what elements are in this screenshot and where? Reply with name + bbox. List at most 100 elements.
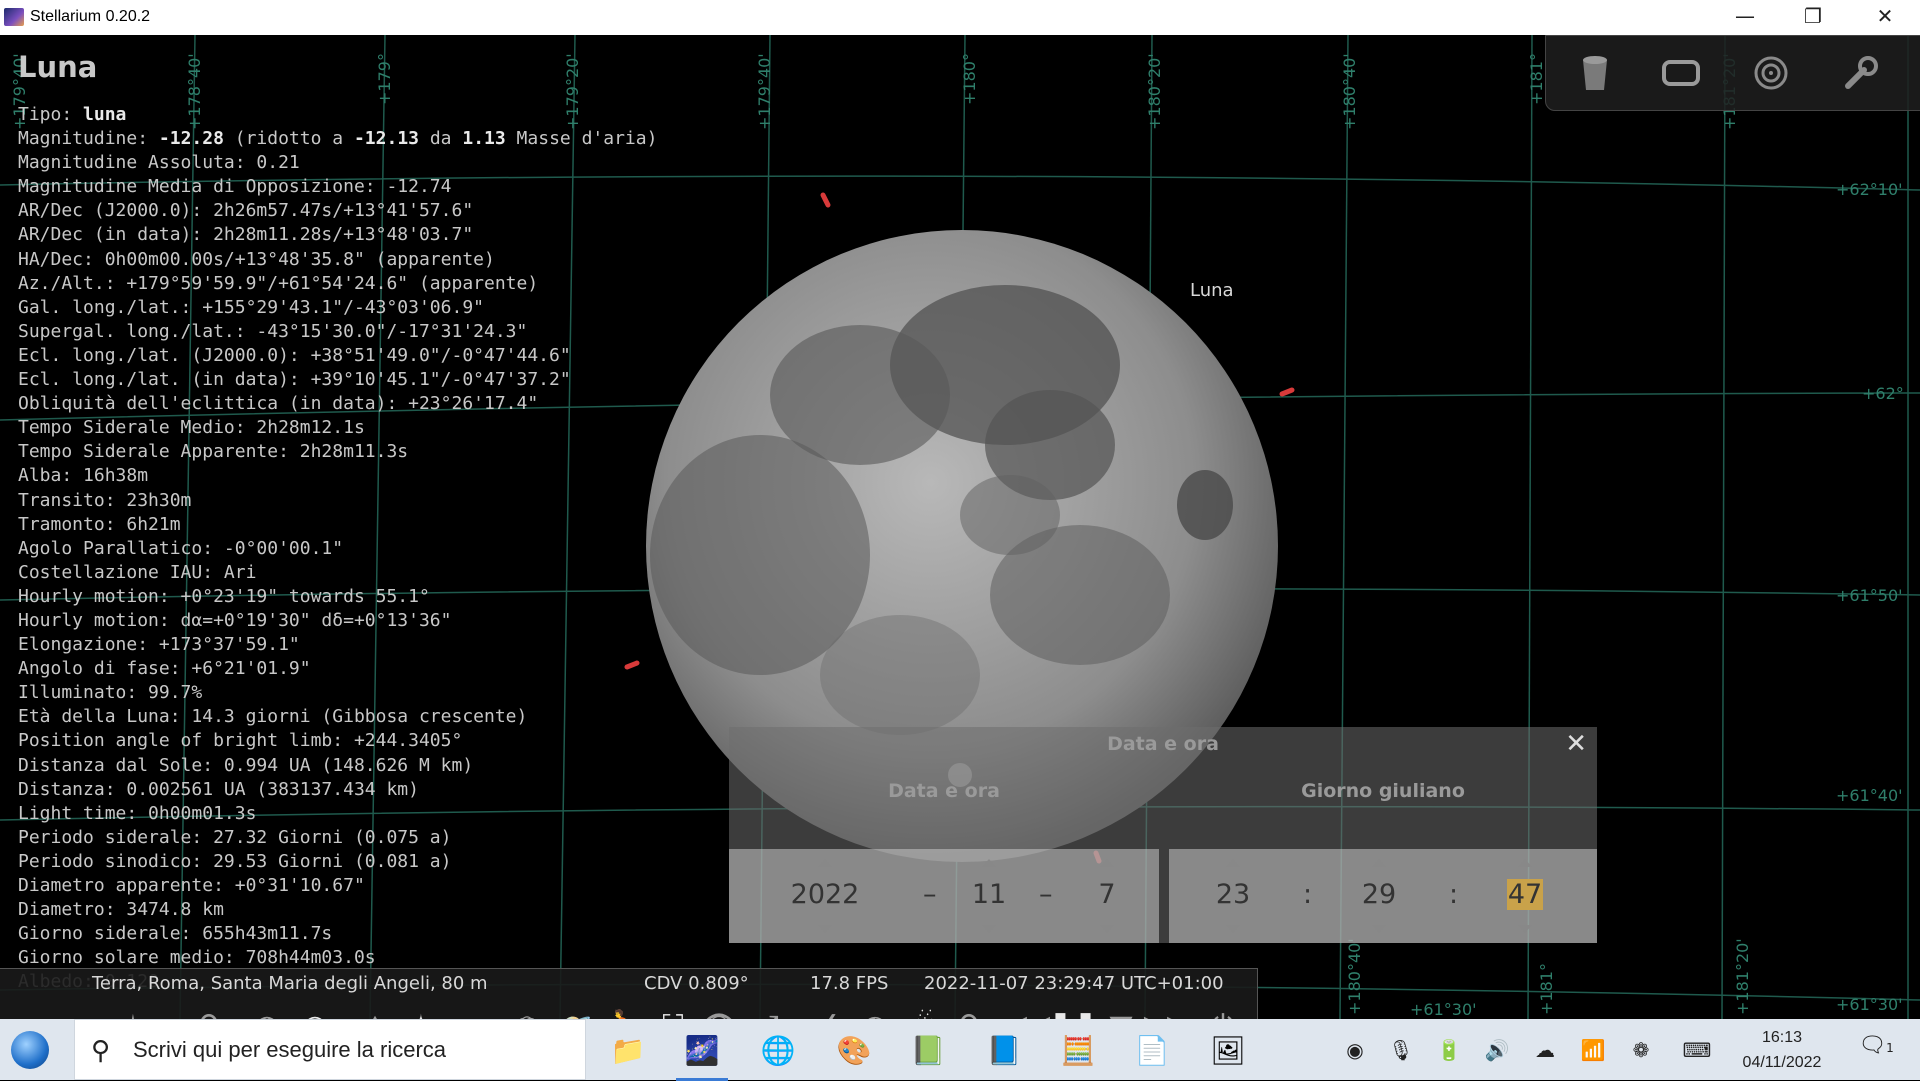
notification-icon[interactable]: 🗨1 bbox=[1856, 1033, 1896, 1067]
hour-spinbox[interactable]: 23 bbox=[1193, 849, 1273, 943]
year-up-arrow-icon[interactable] bbox=[818, 859, 832, 867]
cardinal-points-icon[interactable]: ✦ bbox=[398, 1003, 444, 1020]
year-value[interactable]: 2022 bbox=[785, 879, 865, 910]
month-value[interactable]: 11 bbox=[949, 879, 1029, 910]
search-icon[interactable]: ⚲ bbox=[946, 1003, 992, 1020]
app-tray-icon[interactable]: ◉ bbox=[1340, 1035, 1370, 1065]
info-line: Hourly motion: dα=+0°19'30" dδ=+0°13'36" bbox=[18, 609, 452, 631]
minute-value[interactable]: 29 bbox=[1339, 879, 1419, 910]
grid-label: +61°50' bbox=[1836, 586, 1903, 605]
edge-icon[interactable]: 🌐 bbox=[748, 1025, 808, 1075]
night-mode-icon[interactable]: 👁 bbox=[696, 1003, 742, 1020]
info-line: Distanza dal Sole: 0.994 UA (148.626 M k… bbox=[18, 754, 474, 776]
fullscreen-icon[interactable]: ⤢ bbox=[744, 1003, 790, 1020]
angle-measure-icon[interactable]: ∠ bbox=[806, 1003, 852, 1020]
stellarium-app-icon bbox=[4, 8, 24, 26]
wrench-icon[interactable] bbox=[1836, 48, 1886, 98]
excel-icon[interactable]: 📗 bbox=[898, 1025, 958, 1075]
minute-up-arrow-icon[interactable] bbox=[1372, 859, 1386, 867]
year-spinbox[interactable]: 2022 bbox=[785, 849, 865, 943]
grid-label: +181° bbox=[1527, 53, 1546, 105]
dialog-title: Data e ora bbox=[1107, 733, 1219, 755]
stellarium-taskbar-icon[interactable]: 🌌 bbox=[672, 1025, 732, 1081]
info-line: Tempo Siderale Apparente: 2h28m11.3s bbox=[18, 441, 409, 463]
planets-icon[interactable]: 🪐 bbox=[550, 1003, 596, 1020]
azimuthal-grid-icon[interactable]: ◎ bbox=[292, 1003, 338, 1020]
day-value[interactable]: 7 bbox=[1067, 879, 1147, 910]
pause-icon[interactable]: ❚❚ bbox=[1048, 1003, 1098, 1020]
meteor-showers-icon[interactable]: ☄ bbox=[898, 1003, 944, 1020]
battery-icon[interactable]: 🔋 bbox=[1434, 1035, 1464, 1065]
dialog-close-icon[interactable]: ✕ bbox=[1565, 729, 1587, 759]
date-separator: – bbox=[923, 879, 937, 910]
second-down-arrow-icon[interactable] bbox=[1518, 925, 1532, 933]
equatorial-mount-icon[interactable]: ⛹ bbox=[600, 1003, 646, 1020]
hour-up-arrow-icon[interactable] bbox=[1226, 859, 1240, 867]
info-line: Illuminato: 99.7% bbox=[18, 682, 203, 704]
tab-julian-day[interactable]: Giorno giuliano bbox=[1169, 771, 1597, 811]
tab-date-time[interactable]: Data e ora bbox=[729, 771, 1159, 811]
hour-down-arrow-icon[interactable] bbox=[1226, 925, 1240, 933]
day-down-arrow-icon[interactable] bbox=[1100, 925, 1114, 933]
quit-icon[interactable]: ⏻ bbox=[1200, 1003, 1246, 1020]
calculator-icon[interactable]: 🧮 bbox=[1048, 1025, 1108, 1075]
taskbar-search[interactable]: ⚲ Scrivi qui per eseguire la ricerca bbox=[74, 1019, 586, 1080]
nebulae-icon[interactable]: ֍ bbox=[504, 1003, 550, 1020]
taskbar-clock[interactable]: 16:13 04/11/2022 bbox=[1722, 1025, 1842, 1075]
constellation-lines-icon[interactable]: ✶ bbox=[110, 1003, 156, 1020]
minute-down-arrow-icon[interactable] bbox=[1372, 925, 1386, 933]
day-up-arrow-icon[interactable] bbox=[1100, 859, 1114, 867]
second-value[interactable]: 47 bbox=[1507, 879, 1543, 910]
set-normal-time-icon[interactable]: ▼ bbox=[1098, 1003, 1144, 1020]
screen-icon[interactable] bbox=[1656, 48, 1706, 98]
info-line: Magnitudine Media di Opposizione: -12.74 bbox=[18, 176, 452, 198]
paint-icon[interactable]: 🎨 bbox=[824, 1025, 884, 1075]
word-icon[interactable]: 📄 bbox=[1122, 1025, 1182, 1075]
fov-status: CDV 0.809° bbox=[644, 973, 749, 994]
keyboard-icon[interactable]: ⌨ bbox=[1682, 1035, 1712, 1065]
datetime-status[interactable]: 2022-11-07 23:29:47 UTC+01:00 bbox=[924, 973, 1224, 994]
color-icon[interactable]: ❁ bbox=[1626, 1035, 1656, 1065]
sky-view[interactable]: +179°40' +178°40' +179° +179°20' +179°40… bbox=[0, 35, 1920, 1019]
second-spinbox[interactable]: 47 bbox=[1485, 849, 1565, 943]
day-spinbox[interactable]: 7 bbox=[1067, 849, 1147, 943]
wifi-icon[interactable]: 📶 bbox=[1578, 1035, 1608, 1065]
exoplanets-icon[interactable]: ◐ bbox=[852, 1003, 898, 1020]
search-placeholder[interactable]: Scrivi qui per eseguire la ricerca bbox=[133, 1037, 446, 1063]
close-button[interactable]: ✕ bbox=[1850, 0, 1920, 35]
search-icon: ⚲ bbox=[91, 1036, 111, 1066]
increase-speed-icon[interactable]: ▶▶ bbox=[1144, 1003, 1190, 1020]
ground-icon[interactable]: ⛰ bbox=[352, 1003, 398, 1020]
restore-button[interactable]: ❐ bbox=[1778, 0, 1848, 35]
microphone-icon[interactable]: 🎙 bbox=[1386, 1035, 1416, 1065]
atmosphere-icon[interactable]: ☁ bbox=[444, 1003, 490, 1020]
second-up-arrow-icon[interactable] bbox=[1518, 859, 1532, 867]
target-icon[interactable] bbox=[1746, 48, 1796, 98]
month-down-arrow-icon[interactable] bbox=[982, 925, 996, 933]
window-title: Stellarium 0.20.2 bbox=[30, 8, 151, 25]
notebook-icon[interactable]: 📘 bbox=[974, 1025, 1034, 1075]
constellation-art-icon[interactable]: ⚲ bbox=[186, 1003, 232, 1020]
month-up-arrow-icon[interactable] bbox=[982, 859, 996, 867]
minimize-button[interactable]: — bbox=[1710, 0, 1780, 35]
minute-spinbox[interactable]: 29 bbox=[1339, 849, 1419, 943]
info-line: Ecl. long./lat. (in data): +39°10'45.1"/… bbox=[18, 369, 571, 391]
hour-value[interactable]: 23 bbox=[1193, 879, 1273, 910]
clock-date: 04/11/2022 bbox=[1742, 1054, 1822, 1071]
center-object-icon[interactable]: ⛶ bbox=[650, 1003, 696, 1020]
file-explorer-icon[interactable]: 📁 bbox=[598, 1025, 658, 1075]
month-spinbox[interactable]: 11 bbox=[949, 849, 1029, 943]
location-status[interactable]: Terra, Roma, Santa Maria degli Angeli, 8… bbox=[92, 973, 488, 994]
photos-icon[interactable]: 🖼 bbox=[1198, 1025, 1258, 1075]
year-down-arrow-icon[interactable] bbox=[818, 925, 832, 933]
start-button[interactable] bbox=[0, 1019, 60, 1080]
decrease-speed-icon[interactable]: ◀◀ bbox=[1004, 1003, 1050, 1020]
equatorial-grid-icon[interactable]: ◍ bbox=[244, 1003, 290, 1020]
top-right-toolbar bbox=[1545, 35, 1920, 111]
volume-icon[interactable]: 🔊 bbox=[1482, 1035, 1512, 1065]
bucket-icon[interactable] bbox=[1570, 48, 1620, 98]
info-line: Transito: 23h30m bbox=[18, 489, 192, 511]
onedrive-icon[interactable]: ☁ bbox=[1530, 1035, 1560, 1065]
info-line: Magnitudine: -12.28 (ridotto a -12.13 da… bbox=[18, 128, 658, 150]
bottom-toolbar: Terra, Roma, Santa Maria degli Angeli, 8… bbox=[0, 968, 1258, 1019]
